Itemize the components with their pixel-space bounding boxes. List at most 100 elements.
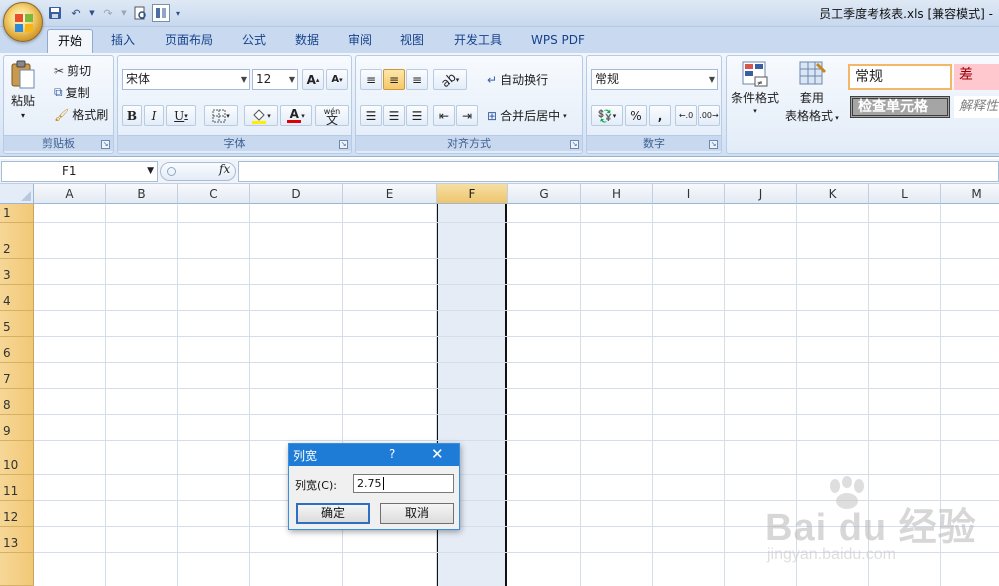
- row-header-6[interactable]: 6: [0, 337, 34, 363]
- name-box[interactable]: F1 ▼: [1, 161, 158, 182]
- align-bottom-button[interactable]: ≡: [406, 69, 428, 90]
- cut-button[interactable]: ✂ 剪切: [54, 62, 91, 79]
- column-width-icon[interactable]: [152, 4, 170, 22]
- cancel-button[interactable]: 取消: [380, 503, 454, 524]
- alignment-launcher-icon[interactable]: ↘: [570, 140, 579, 149]
- ok-button[interactable]: 确定: [296, 503, 370, 524]
- close-icon[interactable]: ✕: [431, 445, 444, 463]
- row-header-overflow[interactable]: [0, 553, 34, 586]
- tab-page-layout[interactable]: 页面布局: [155, 29, 223, 53]
- copy-button[interactable]: ⧉ 复制: [54, 84, 90, 101]
- phonetic-button[interactable]: wén 文: [315, 105, 349, 126]
- fill-color-button[interactable]: ▾: [244, 105, 278, 126]
- insert-function-icon[interactable]: fx: [219, 162, 230, 176]
- align-center-button[interactable]: ☰: [383, 105, 405, 126]
- redo-dropdown-icon[interactable]: ▼: [120, 4, 128, 22]
- number-launcher-icon[interactable]: ↘: [709, 140, 718, 149]
- borders-button[interactable]: ▾: [204, 105, 238, 126]
- currency-button[interactable]: 💱 ▾: [591, 105, 623, 126]
- row-header-2[interactable]: 2: [0, 223, 34, 259]
- select-all-corner[interactable]: [0, 184, 34, 204]
- column-width-input[interactable]: 2.75: [353, 474, 454, 493]
- underline-button[interactable]: U ▾: [166, 105, 196, 126]
- column-header-e[interactable]: E: [343, 184, 437, 204]
- paste-dropdown-icon[interactable]: ▾: [21, 111, 25, 120]
- merge-center-button[interactable]: ⊞ 合并后居中 ▾: [487, 107, 567, 124]
- shrink-font-button[interactable]: A ▾: [326, 69, 348, 90]
- column-header-a[interactable]: A: [34, 184, 106, 204]
- align-left-button[interactable]: ☰: [360, 105, 382, 126]
- column-header-c[interactable]: C: [178, 184, 250, 204]
- formula-expand-icon[interactable]: [167, 167, 176, 176]
- font-size-select[interactable]: 12 ▼: [252, 69, 298, 90]
- tab-data[interactable]: 数据: [285, 29, 329, 53]
- column-header-h[interactable]: H: [581, 184, 653, 204]
- comma-button[interactable]: ,: [649, 105, 671, 126]
- font-color-button[interactable]: A ▾: [280, 105, 312, 126]
- paste-button[interactable]: 粘贴 ▾: [10, 60, 36, 120]
- conditional-format-button[interactable]: ≠ 条件格式 ▾: [731, 60, 779, 115]
- style-check-cell[interactable]: 检查单元格: [850, 96, 950, 118]
- row-header-5[interactable]: 5: [0, 311, 34, 337]
- row-header-9[interactable]: 9: [0, 415, 34, 441]
- column-header-m[interactable]: M: [941, 184, 999, 204]
- tab-view[interactable]: 视图: [390, 29, 434, 53]
- row-header-8[interactable]: 8: [0, 389, 34, 415]
- increase-decimal-button[interactable]: ←.0: [675, 105, 697, 126]
- style-normal[interactable]: 常规: [848, 64, 952, 90]
- format-painter-button[interactable]: 🖌 格式刷: [54, 106, 108, 123]
- decrease-decimal-button[interactable]: .00→: [698, 105, 720, 126]
- percent-button[interactable]: %: [625, 105, 647, 126]
- column-header-d[interactable]: D: [250, 184, 343, 204]
- redo-icon[interactable]: ↷: [99, 4, 117, 22]
- align-top-button[interactable]: ≡: [360, 69, 382, 90]
- row-header-1[interactable]: 1: [0, 204, 34, 223]
- tab-wps-pdf[interactable]: WPS PDF: [521, 29, 595, 53]
- tab-insert[interactable]: 插入: [101, 29, 145, 53]
- tab-formulas[interactable]: 公式: [232, 29, 276, 53]
- row-header-4[interactable]: 4: [0, 285, 34, 311]
- column-header-k[interactable]: K: [797, 184, 869, 204]
- office-button[interactable]: [3, 2, 43, 42]
- undo-dropdown-icon[interactable]: ▼: [88, 4, 96, 22]
- wrap-text-button[interactable]: ↵ 自动换行: [487, 71, 548, 88]
- row-header-13[interactable]: 13: [0, 527, 34, 553]
- row-header-7[interactable]: 7: [0, 363, 34, 389]
- qat-customize-icon[interactable]: ▾: [173, 4, 183, 22]
- grow-font-button[interactable]: A ▴: [302, 69, 324, 90]
- column-header-l[interactable]: L: [869, 184, 941, 204]
- bold-button[interactable]: B: [122, 105, 142, 126]
- column-header-g[interactable]: G: [508, 184, 581, 204]
- row-header-3[interactable]: 3: [0, 259, 34, 285]
- clipboard-launcher-icon[interactable]: ↘: [101, 140, 110, 149]
- italic-button[interactable]: I: [144, 105, 164, 126]
- tab-home[interactable]: 开始: [47, 29, 94, 53]
- row-header-11[interactable]: 11: [0, 475, 34, 501]
- number-format-select[interactable]: 常规 ▼: [591, 69, 718, 90]
- column-header-i[interactable]: I: [653, 184, 725, 204]
- style-bad[interactable]: 差: [954, 64, 999, 90]
- undo-icon[interactable]: ↶: [67, 4, 85, 22]
- align-right-button[interactable]: ☰: [406, 105, 428, 126]
- font-name-select[interactable]: 宋体 ▼: [122, 69, 250, 90]
- row-header-12[interactable]: 12: [0, 501, 34, 527]
- increase-indent-button[interactable]: ⇥: [456, 105, 478, 126]
- help-icon[interactable]: ?: [389, 447, 395, 461]
- row-header-10[interactable]: 10: [0, 441, 34, 475]
- align-middle-button[interactable]: ≡: [383, 69, 405, 90]
- tab-review[interactable]: 审阅: [338, 29, 382, 53]
- name-box-dropdown-icon[interactable]: ▼: [147, 162, 154, 181]
- worksheet-grid[interactable]: ABCDEFGHIJKLM 1 2 3 4 5 6 7 8 9 10 11 12 13: [0, 184, 999, 586]
- formula-input[interactable]: [238, 161, 999, 182]
- font-launcher-icon[interactable]: ↘: [339, 140, 348, 149]
- column-header-b[interactable]: B: [106, 184, 178, 204]
- style-explanatory[interactable]: 解释性: [954, 96, 999, 118]
- tab-developer[interactable]: 开发工具: [444, 29, 512, 53]
- save-icon[interactable]: [46, 4, 64, 22]
- column-header-f[interactable]: F: [437, 184, 508, 204]
- decrease-indent-button[interactable]: ⇤: [433, 105, 455, 126]
- print-preview-icon[interactable]: [131, 4, 149, 22]
- format-as-table-button[interactable]: 套用 表格格式 ▾: [785, 60, 839, 124]
- column-header-j[interactable]: J: [725, 184, 797, 204]
- orientation-button[interactable]: ab ▾: [433, 69, 467, 90]
